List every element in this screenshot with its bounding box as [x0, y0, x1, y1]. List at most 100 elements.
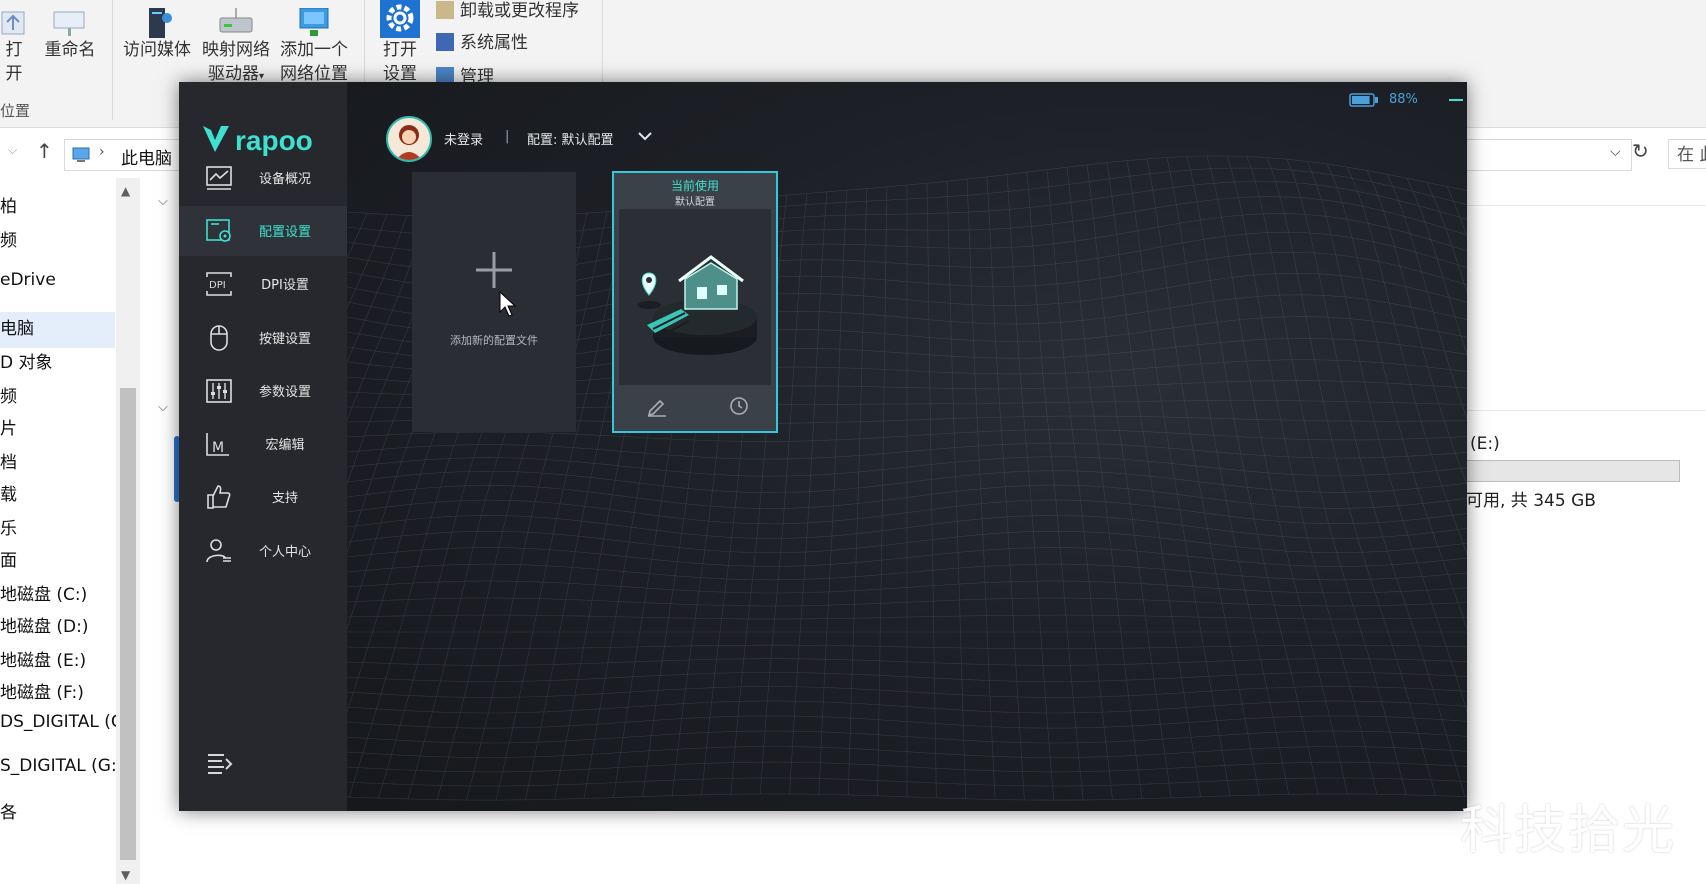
plus-icon	[476, 252, 512, 288]
sidebar-menu-item[interactable]: M 宏编辑	[179, 419, 347, 469]
map-drive-label-2: 驱动器	[207, 64, 259, 84]
access-media-button[interactable]: 访问媒体	[118, 8, 196, 62]
sidebar-menu-item[interactable]: DPI DPI设置	[179, 259, 347, 309]
address-dropdown-icon[interactable]: ⌵	[1610, 144, 1621, 160]
nav-item[interactable]: 地磁盘 (C:)	[0, 580, 87, 605]
menu-collapse-icon[interactable]	[205, 750, 233, 776]
nav-item[interactable]: 乐	[0, 514, 17, 539]
sidebar-menu-item[interactable]: 按键设置	[179, 313, 347, 363]
collapse-chevron-icon[interactable]: ⌵	[158, 194, 168, 209]
nav-item[interactable]: 频	[0, 382, 17, 407]
sidebar-menu-item[interactable]: 设备概况	[179, 153, 347, 203]
current-use-label: 当前使用	[670, 179, 719, 193]
add-network-location-button[interactable]: 添加一个 网络位置	[276, 8, 352, 86]
current-config-card[interactable]: 当前使用 默认配置	[612, 171, 778, 433]
user-list-icon	[206, 539, 231, 563]
system-properties-icon	[436, 33, 454, 51]
login-status[interactable]: 未登录	[444, 129, 483, 148]
nav-item[interactable]: 地磁盘 (E:)	[0, 646, 86, 671]
drive-e-title[interactable]: (E:)	[1470, 434, 1500, 454]
nav-item[interactable]: 柏	[0, 192, 17, 217]
location-group-label: 位置	[0, 102, 31, 120]
sidebar-menu-label: 支持	[271, 491, 298, 506]
battery-fill	[1352, 96, 1370, 104]
sidebar-menu-label: 宏编辑	[265, 438, 305, 453]
recent-chevron-icon[interactable]: ⌵	[8, 143, 17, 158]
sidebar-menu-label: 设备概况	[258, 172, 311, 187]
settings-label-2: 设置	[383, 64, 417, 84]
nav-item[interactable]: S_DIGITAL (G:)	[0, 756, 123, 776]
up-arrow-icon[interactable]: ↑	[36, 139, 53, 163]
refresh-icon[interactable]: ↻	[1632, 139, 1649, 163]
scroll-down-icon[interactable]: ▼	[121, 868, 130, 882]
battery-icon	[1349, 93, 1378, 107]
nav-item[interactable]: eDrive	[0, 270, 56, 290]
collapse-chevron-icon[interactable]: ⌵	[158, 400, 168, 415]
nav-item[interactable]: 片	[0, 414, 17, 439]
rename-icon	[53, 11, 85, 36]
address-path: 此电脑	[121, 149, 172, 169]
nav-item[interactable]: 各	[0, 798, 17, 823]
navigation-pane: 柏频 eDrive 电脑 D 对象频片档载乐面地磁盘 (C:) 地磁盘 (D:) 地磁盘 …	[0, 178, 124, 884]
rapoo-logo-text: rapoo	[235, 125, 313, 156]
map-drive-label-1: 映射网络	[202, 40, 270, 60]
chevron-down-icon[interactable]	[635, 126, 655, 146]
minimize-icon[interactable]	[1444, 88, 1467, 112]
mouse-cursor-icon	[499, 290, 517, 317]
sidebar-menu-item[interactable]: 个人中心	[179, 526, 347, 576]
header-separator: |	[505, 129, 510, 144]
breadcrumb-chevron-icon[interactable]: ›	[99, 144, 105, 160]
nav-item[interactable]: 地磁盘 (D:)	[0, 612, 89, 637]
search-input[interactable]: 在 此	[1668, 139, 1706, 169]
uninstall-button[interactable]: 卸载或更改程序	[436, 0, 579, 21]
uninstall-icon	[436, 1, 454, 19]
add-config-card[interactable]: 添加新的配置文件	[412, 172, 576, 432]
macro-m-icon: M	[206, 433, 229, 456]
rapoo-window: rapoo 设备概况配置设置 DPI DPI设置按键设置参数设置 M 宏编辑支持个人中心…	[179, 82, 1467, 811]
nav-item[interactable]: 档	[0, 448, 17, 473]
nav-item[interactable]: 载	[0, 480, 17, 505]
ribbon-separator	[112, 0, 113, 120]
house-island-icon	[637, 255, 757, 355]
drive-e-free-space: 可用, 共 345 GB	[1466, 491, 1596, 511]
nav-item[interactable]: 频	[0, 226, 17, 251]
scroll-thumb[interactable]	[120, 388, 136, 860]
open-label: 打开	[5, 40, 23, 84]
config-illustration	[619, 209, 771, 385]
nav-scrollbar[interactable]: ▲ ▼	[116, 178, 140, 884]
scroll-up-icon[interactable]: ▲	[121, 184, 130, 198]
sidebar-menu-item[interactable]: 支持	[179, 472, 347, 522]
network-location-icon	[299, 8, 329, 36]
divider	[1466, 205, 1706, 206]
rename-button[interactable]: 重命名	[42, 8, 98, 62]
access-media-label: 访问媒体	[123, 40, 191, 60]
add-location-label-1: 添加一个	[280, 40, 348, 60]
map-network-drive-button[interactable]: 映射网络 驱动器▾	[198, 8, 274, 89]
dpi-icon: DPI	[206, 272, 232, 296]
svg-text:DPI: DPI	[209, 280, 226, 291]
sidebar-menu-item[interactable]: 参数设置	[179, 366, 347, 416]
add-location-label-2: 网络位置	[280, 64, 348, 84]
edit-pencil-icon[interactable]	[646, 395, 668, 417]
sliders-icon	[206, 379, 232, 403]
nav-item[interactable]: DS_DIGITAL (G	[0, 712, 124, 732]
user-avatar[interactable]	[386, 116, 432, 162]
battery-percent: 88%	[1389, 92, 1418, 107]
history-clock-icon[interactable]	[728, 395, 750, 417]
system-properties-button[interactable]: 系统属性	[436, 28, 528, 53]
nav-item[interactable]: 地磁盘 (F:)	[0, 678, 84, 703]
nav-item[interactable]: 面	[0, 546, 17, 571]
current-config-label[interactable]: 配置: 默认配置	[527, 129, 614, 148]
avatar-face-icon	[396, 125, 422, 160]
media-server-icon	[149, 8, 172, 38]
nav-item[interactable]: D 对象	[0, 348, 53, 373]
open-button[interactable]: 打开	[0, 8, 28, 86]
config-name-label: 默认配置	[675, 197, 715, 208]
add-config-label: 添加新的配置文件	[450, 334, 538, 347]
open-settings-button[interactable]: 打开 设置	[372, 0, 428, 86]
thumbs-up-icon	[207, 485, 231, 509]
nav-item[interactable]: 电脑	[0, 314, 34, 339]
sidebar-menu-label: 按键设置	[258, 332, 311, 347]
sidebar-menu-label: 配置设置	[258, 225, 311, 240]
sidebar-menu-item[interactable]: 配置设置	[179, 206, 347, 256]
